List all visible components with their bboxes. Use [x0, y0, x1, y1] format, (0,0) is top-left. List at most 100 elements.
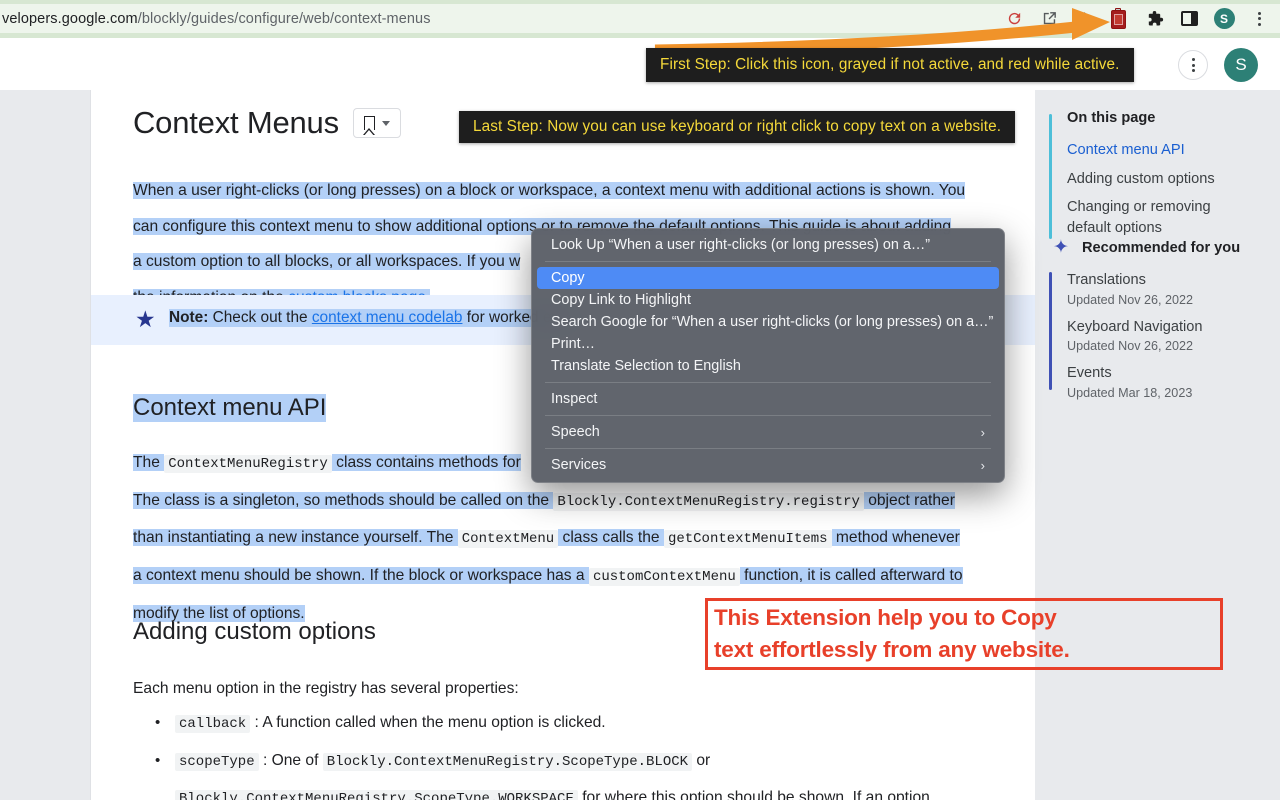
toc-item-changing-removing[interactable]: Changing or removing [1067, 197, 1274, 218]
context-menu[interactable]: Look Up “When a user right-clicks (or lo… [531, 228, 1005, 483]
intro-line-1: When a user right-clicks (or long presse… [133, 182, 966, 199]
scopetype-desc2: or [692, 751, 711, 769]
code-contextmenu: ContextMenu [457, 530, 559, 549]
list-item: scopeType : One of Blockly.ContextMenuRe… [133, 743, 1013, 800]
context-menu-item-copy-link-to-highlight[interactable]: Copy Link to Highlight [537, 289, 999, 311]
recommended-heading: Recommended for you [1082, 240, 1241, 256]
context-menu-item-look-up[interactable]: Look Up “When a user right-clicks (or lo… [537, 234, 999, 256]
api-s6: class calls the [558, 529, 664, 547]
avatar-initial-large: S [1235, 55, 1247, 74]
browser-omnibar: velopers.google.com/blockly/guides/confi… [0, 0, 1280, 38]
context-menu-separator [545, 261, 991, 262]
codelab-link[interactable]: context menu codelab [312, 309, 463, 326]
toc-item-context-menu-api[interactable]: Context menu API [1067, 140, 1274, 161]
code-getcontextmenuitems: getContextMenuItems [663, 530, 832, 549]
sparkle-icon: ✦ [1053, 237, 1069, 258]
api-s4: object rather [863, 491, 955, 509]
promo-line-2: text effortlessly from any website. [714, 637, 1070, 662]
context-menu-item-speech-label: Speech [551, 424, 600, 440]
on-this-page-heading: On this page [1067, 110, 1156, 126]
address-bar[interactable]: velopers.google.com/blockly/guides/confi… [0, 4, 431, 33]
chrome-menu-icon[interactable] [1246, 6, 1272, 32]
api-s7: method whenever [831, 529, 960, 547]
api-s8: a context menu should be shown. If the b… [133, 567, 589, 585]
last-step-tooltip: Last Step: Now you can use keyboard or r… [459, 111, 1016, 143]
omnibar-icon-group: S [1001, 4, 1272, 33]
extensions-puzzle-icon[interactable] [1141, 6, 1167, 32]
note-label: Note: [169, 309, 209, 326]
bookmark-icon [363, 116, 375, 130]
properties-intro: Each menu option in the registry has sev… [133, 680, 519, 697]
page-overflow-menu-button[interactable] [1178, 50, 1208, 80]
screenshot-root: velopers.google.com/blockly/guides/confi… [0, 0, 1280, 800]
install-app-icon[interactable] [1036, 6, 1062, 32]
recommended-item-keyboard-navigation[interactable]: Keyboard Navigation [1067, 317, 1274, 338]
code-scopetype-block: Blockly.ContextMenuRegistry.ScopeType.BL… [322, 752, 693, 771]
note-pre: Check out the [208, 309, 312, 326]
promo-line-1: This Extension help you to Copy [714, 605, 1057, 630]
intro-line-3: a custom option to all blocks, or all wo… [133, 253, 521, 271]
code-scopetype: scopeType [175, 752, 259, 771]
page-title: Context Menus [133, 105, 339, 140]
context-menu-separator [545, 448, 991, 449]
scopetype-desc: : One of [258, 751, 323, 769]
code-registry: Blockly.ContextMenuRegistry.registry [553, 492, 864, 511]
chevron-right-icon: › [980, 424, 985, 440]
recommended-updated-events: Updated Mar 18, 2023 [1067, 385, 1193, 400]
recommended-section: ✦ Recommended for you Translations Updat… [1049, 237, 1274, 403]
chevron-right-icon: › [980, 457, 985, 473]
context-menu-item-copy[interactable]: Copy [537, 267, 999, 289]
toc-item-adding-custom-options[interactable]: Adding custom options [1067, 169, 1274, 190]
api-s3: The class is a singleton, so methods sho… [133, 491, 554, 509]
callback-desc: : A function called when the menu option… [250, 714, 606, 731]
last-step-text: Last Step: Now you can use keyboard or r… [473, 118, 1002, 135]
recommended-updated-keyboard: Updated Nov 26, 2022 [1067, 339, 1194, 353]
bookmark-button[interactable] [352, 108, 401, 138]
clipboard-extension-icon[interactable] [1106, 6, 1132, 32]
context-menu-separator [545, 382, 991, 383]
code-contextmenuregistry: ContextMenuRegistry [164, 455, 332, 473]
heading-adding-custom-options: Adding custom options [133, 618, 376, 645]
context-menu-item-services[interactable]: Services › [537, 454, 999, 476]
refresh-icon[interactable] [1001, 6, 1027, 32]
recommended-rail [1049, 272, 1052, 390]
code-scopetype-workspace: Blockly.ContextMenuRegistry.ScopeType.WO… [175, 790, 578, 800]
list-item: callback : A function called when the me… [133, 705, 1013, 743]
context-menu-item-services-label: Services [551, 457, 607, 473]
right-sidebar: On this page Context menu API Adding cus… [1035, 90, 1280, 800]
heading-context-menu-api: Context menu API [133, 394, 327, 422]
profile-avatar-small[interactable]: S [1211, 6, 1237, 32]
star-icon: ★ [135, 306, 156, 332]
page-title-row: Context Menus [133, 105, 401, 141]
share-icon[interactable] [1071, 6, 1097, 32]
api-s5: than instantiating a new instance yourse… [133, 529, 458, 547]
on-this-page-section: On this page Context menu API Adding cus… [1049, 110, 1274, 239]
recommended-item-translations[interactable]: Translations [1067, 270, 1274, 291]
url-path: /blockly/guides/configure/web/context-me… [137, 10, 431, 27]
first-step-text: First Step: Click this icon, grayed if n… [660, 56, 1120, 73]
context-menu-item-print[interactable]: Print… [537, 333, 999, 355]
chevron-down-icon [381, 120, 390, 126]
recommended-updated-translations: Updated Nov 26, 2022 [1067, 292, 1194, 307]
side-panel-icon[interactable] [1176, 6, 1202, 32]
context-menu-separator [545, 415, 991, 416]
note-text: Note: Check out the context menu codelab… [169, 309, 568, 327]
api-s9: function, it is called afterward to [739, 567, 963, 585]
recommended-item-events[interactable]: Events [1067, 363, 1274, 384]
avatar-initial: S [1213, 8, 1235, 29]
url-host: velopers.google.com [2, 10, 138, 27]
properties-list: callback : A function called when the me… [133, 705, 1013, 800]
toc-item-default-options[interactable]: default options [1067, 218, 1274, 239]
api-s1: The [133, 454, 165, 471]
scopetype-desc3: for where this option should be shown. I… [577, 789, 930, 800]
code-callback: callback [175, 715, 251, 733]
code-customcontextmenu: customContextMenu [588, 568, 740, 587]
context-menu-item-inspect[interactable]: Inspect [537, 388, 999, 410]
profile-avatar-large[interactable]: S [1224, 48, 1258, 82]
context-menu-item-search-google[interactable]: Search Google for “When a user right-cli… [537, 311, 999, 333]
context-menu-item-translate-selection[interactable]: Translate Selection to English [537, 355, 999, 377]
context-menu-item-speech[interactable]: Speech › [537, 421, 999, 443]
api-s2: class contains methods for [331, 454, 521, 471]
on-this-page-rail [1049, 114, 1052, 239]
extension-promo-annotation: This Extension help you to Copy text eff… [705, 598, 1223, 670]
